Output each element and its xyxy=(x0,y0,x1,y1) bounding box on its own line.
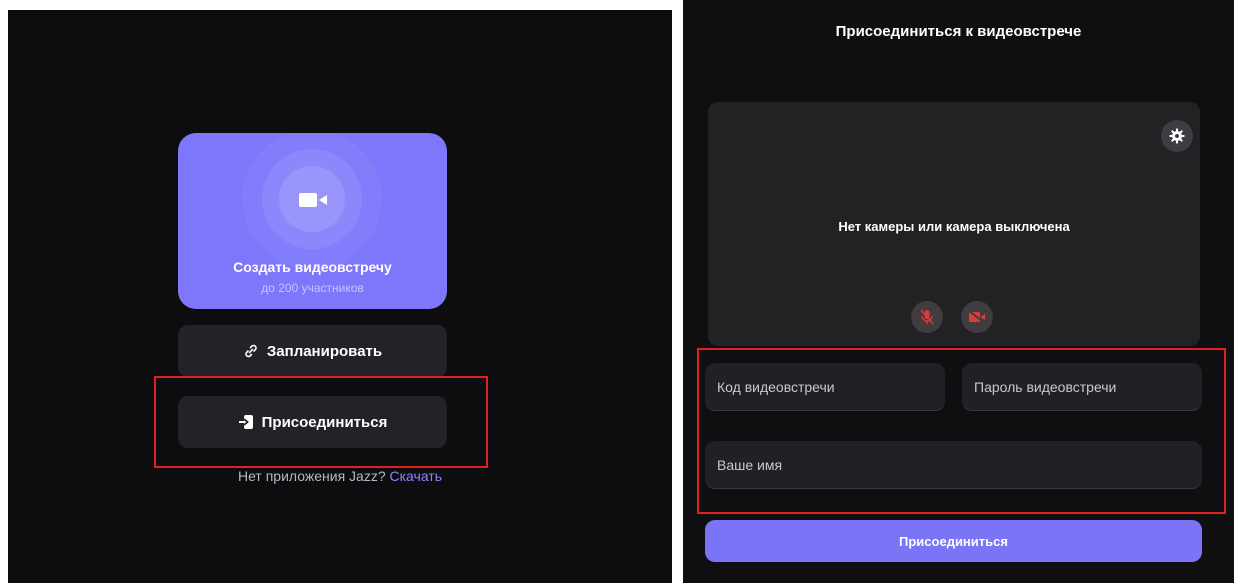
schedule-label: Запланировать xyxy=(266,342,383,360)
join-screen: Присоединиться к видеовстрече Нет камеры xyxy=(683,0,1234,583)
your-name-placeholder: Ваше имя xyxy=(717,456,783,473)
mic-toggle-button[interactable] xyxy=(911,301,943,333)
no-camera-message: Нет камеры или камера выключена xyxy=(838,219,1070,234)
start-screen: Создать видеовстречу до 200 участников З… xyxy=(8,10,672,583)
join-button[interactable]: Присоединиться xyxy=(178,396,447,448)
create-meeting-card[interactable]: Создать видеовстречу до 200 участников xyxy=(178,133,447,309)
camera-toggle-button[interactable] xyxy=(961,301,993,333)
page-title: Присоединиться к видеовстрече xyxy=(835,23,1082,40)
participants-limit: до 200 участников xyxy=(261,281,364,295)
enter-icon xyxy=(238,415,253,429)
download-link[interactable]: Скачать xyxy=(390,468,443,484)
video-camera-icon xyxy=(299,193,327,207)
submit-join-button[interactable]: Присоединиться xyxy=(705,520,1202,562)
create-meeting-title: Создать видеовстречу xyxy=(233,259,392,275)
camera-preview: Нет камеры или камера выключена xyxy=(708,102,1200,346)
no-app-notice: Нет приложения Jazz? Скачать xyxy=(8,468,672,484)
gear-icon xyxy=(1169,128,1185,144)
meeting-code-input[interactable]: Код видеовстречи xyxy=(705,363,945,411)
link-icon xyxy=(245,344,257,358)
meeting-password-placeholder: Пароль видеовстречи xyxy=(974,378,1117,395)
camera-off-icon xyxy=(968,310,986,324)
schedule-button[interactable]: Запланировать xyxy=(178,325,447,377)
meeting-code-placeholder: Код видеовстречи xyxy=(717,378,835,395)
mic-off-icon xyxy=(920,309,934,325)
no-app-text: Нет приложения Jazz? xyxy=(237,468,386,484)
join-label: Присоединиться xyxy=(261,413,388,431)
settings-button[interactable] xyxy=(1161,120,1193,152)
your-name-input[interactable]: Ваше имя xyxy=(705,441,1202,489)
meeting-password-input[interactable]: Пароль видеовстречи xyxy=(962,363,1202,411)
